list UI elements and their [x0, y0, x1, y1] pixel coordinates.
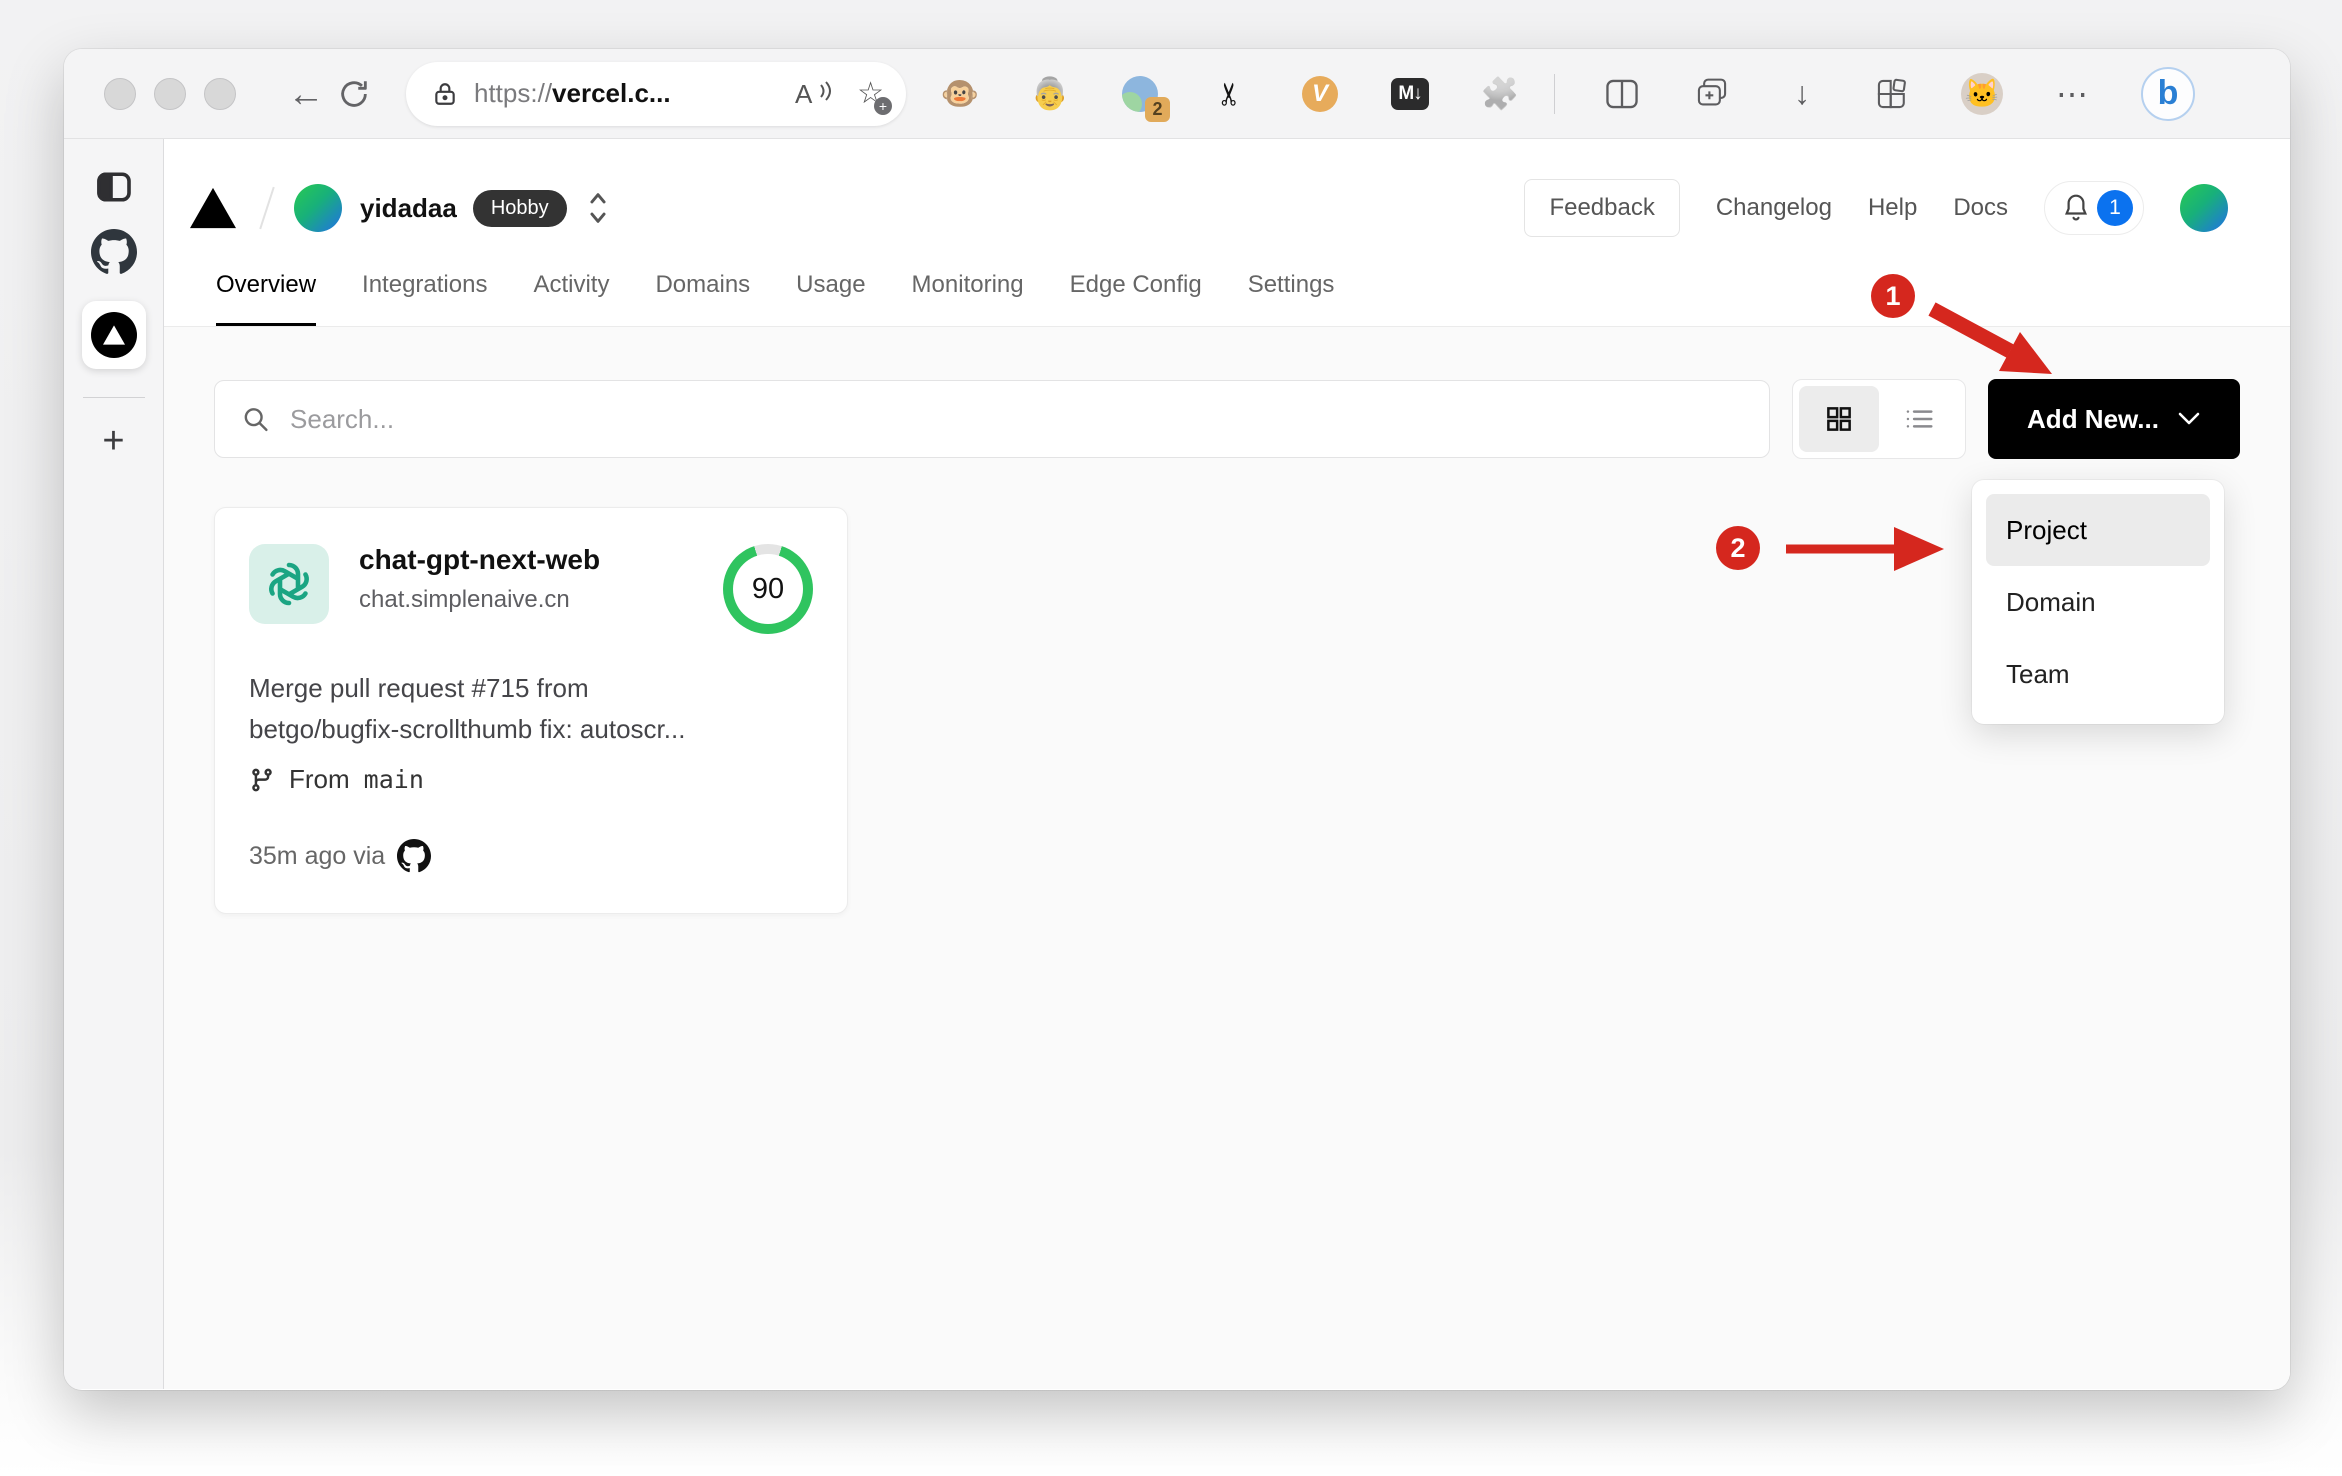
colorwheel-extension-icon[interactable]: 2	[1120, 74, 1170, 122]
team-name[interactable]: yidadaa	[360, 193, 457, 224]
scissors-extension-icon[interactable]: ✂	[1210, 74, 1250, 114]
view-toggle	[1792, 379, 1966, 459]
deploy-meta: 35m ago via	[249, 841, 386, 870]
help-link[interactable]: Help	[1868, 194, 1917, 222]
address-bar[interactable]: https://vercel.c... A ☆ +	[406, 61, 906, 126]
add-new-label: Add New...	[2027, 403, 2159, 434]
grid-view-icon	[1827, 407, 1851, 431]
notification-count-badge: 1	[2097, 190, 2133, 226]
avatar-extension-icon[interactable]: 👵	[1030, 74, 1070, 114]
search-input[interactable]	[290, 403, 1743, 435]
list-view-icon	[1906, 410, 1933, 428]
add-new-dropdown: Project Domain Team	[1972, 480, 2224, 724]
v-icon: V	[1302, 75, 1338, 112]
extension-icons: 🐵 👵 2 ✂ V M↓ 🧩	[940, 74, 1520, 122]
branch-prefix: From	[289, 764, 350, 794]
split-screen-icon[interactable]	[1601, 73, 1643, 115]
tab-integrations[interactable]: Integrations	[362, 271, 487, 326]
extensions-puzzle-icon[interactable]: 🧩	[1480, 74, 1520, 114]
tab-overview[interactable]: Overview	[216, 271, 317, 326]
zoom-window-button[interactable]	[204, 77, 236, 110]
sidebar-divider	[82, 397, 145, 398]
breadcrumb-slash	[259, 186, 275, 230]
profile-avatar[interactable]: 🐱	[1961, 72, 2003, 115]
extension-badge: 2	[1145, 96, 1170, 122]
score-gauge[interactable]: 90	[723, 544, 813, 634]
svg-text:A: A	[795, 79, 813, 109]
tab-edge-config[interactable]: Edge Config	[1070, 271, 1202, 326]
v-extension-icon[interactable]: V	[1300, 74, 1340, 114]
score-value: 90	[751, 572, 785, 605]
grid-view-button[interactable]	[1799, 386, 1879, 452]
menu-item-team[interactable]: Team	[1986, 638, 2210, 710]
branch-name: main	[363, 765, 424, 794]
lock-icon	[435, 82, 455, 105]
menu-item-project[interactable]: Project	[1986, 494, 2210, 566]
plan-badge: Hobby	[472, 189, 567, 227]
minimize-window-button[interactable]	[154, 77, 186, 110]
project-domain[interactable]: chat.simplenaive.cn	[359, 586, 600, 614]
read-aloud-icon[interactable]: A	[793, 77, 833, 111]
collections-icon[interactable]	[1691, 73, 1733, 115]
favorites-star-icon[interactable]: ☆ +	[857, 76, 892, 115]
git-branch-icon	[252, 768, 272, 791]
url-host: vercel.c...	[552, 78, 671, 108]
vercel-favicon	[90, 312, 137, 358]
notifications-button[interactable]: 1	[2044, 181, 2144, 235]
team-avatar[interactable]	[294, 184, 342, 232]
vercel-logo[interactable]	[190, 187, 236, 229]
back-icon[interactable]: ←	[282, 73, 330, 115]
tampermonkey-extension-icon[interactable]: 🐵	[940, 74, 980, 114]
tab-domains[interactable]: Domains	[655, 271, 750, 326]
commit-message: Merge pull request #715 from betgo/bugfi…	[249, 673, 686, 744]
project-logo	[249, 544, 329, 624]
annotation-step-1-badge: 1	[1871, 274, 1915, 318]
search-icon	[244, 408, 268, 432]
project-search[interactable]	[214, 380, 1770, 458]
vercel-header: yidadaa Hobby Feedback Changelog Help Do…	[164, 139, 2290, 255]
close-window-button[interactable]	[104, 77, 136, 110]
add-new-button[interactable]: Add New...	[1988, 379, 2240, 459]
changelog-link[interactable]: Changelog	[1716, 194, 1832, 222]
bell-icon	[2064, 194, 2088, 221]
browser-toolbar: ← https://vercel.c... A ☆ + 🐵 👵 2 ✂ V M↓…	[64, 49, 2290, 139]
annotation-step-2-badge: 2	[1716, 526, 1760, 570]
downloads-icon[interactable]: ↓	[1781, 73, 1823, 115]
workspaces-icon[interactable]	[1871, 73, 1913, 115]
browser-window: ← https://vercel.c... A ☆ + 🐵 👵 2 ✂ V M↓…	[64, 49, 2290, 1390]
project-card[interactable]: chat-gpt-next-web chat.simplenaive.cn 90…	[214, 507, 848, 914]
window-controls	[104, 77, 236, 110]
project-name[interactable]: chat-gpt-next-web	[359, 544, 600, 576]
feedback-button[interactable]: Feedback	[1524, 179, 1680, 237]
openai-logo-icon	[269, 562, 309, 606]
url-scheme: https://	[474, 78, 553, 108]
toolbar-divider	[1554, 73, 1555, 114]
vertical-tabs-sidebar: +	[64, 139, 164, 1389]
github-tab-icon[interactable]	[90, 229, 137, 275]
tab-monitoring[interactable]: Monitoring	[912, 271, 1024, 326]
markdown-icon: M↓	[1391, 77, 1429, 110]
user-avatar[interactable]	[2180, 184, 2228, 232]
github-icon	[397, 839, 432, 873]
team-switcher-icon[interactable]	[585, 191, 611, 225]
list-view-button[interactable]	[1879, 386, 1959, 452]
tab-settings[interactable]: Settings	[1248, 271, 1335, 326]
overview-content: Add New... Project Domain Team	[164, 327, 2290, 1389]
new-tab-icon[interactable]: +	[102, 420, 124, 463]
menu-item-domain[interactable]: Domain	[1986, 566, 2210, 638]
settings-more-icon[interactable]: ⋯	[2051, 73, 2093, 115]
docs-link[interactable]: Docs	[1953, 194, 2008, 222]
active-tab-vercel[interactable]	[81, 301, 146, 369]
vercel-nav-tabs: Overview Integrations Activity Domains U…	[164, 255, 2290, 327]
reload-icon[interactable]	[330, 77, 378, 111]
toggle-sidebar-icon[interactable]	[96, 171, 132, 203]
bing-chat-icon[interactable]: b	[2141, 66, 2195, 121]
tab-activity[interactable]: Activity	[533, 271, 609, 326]
chevron-down-icon	[2178, 412, 2200, 425]
vercel-page: yidadaa Hobby Feedback Changelog Help Do…	[164, 139, 2290, 1389]
markdown-extension-icon[interactable]: M↓	[1390, 74, 1430, 114]
tab-usage[interactable]: Usage	[796, 271, 865, 326]
